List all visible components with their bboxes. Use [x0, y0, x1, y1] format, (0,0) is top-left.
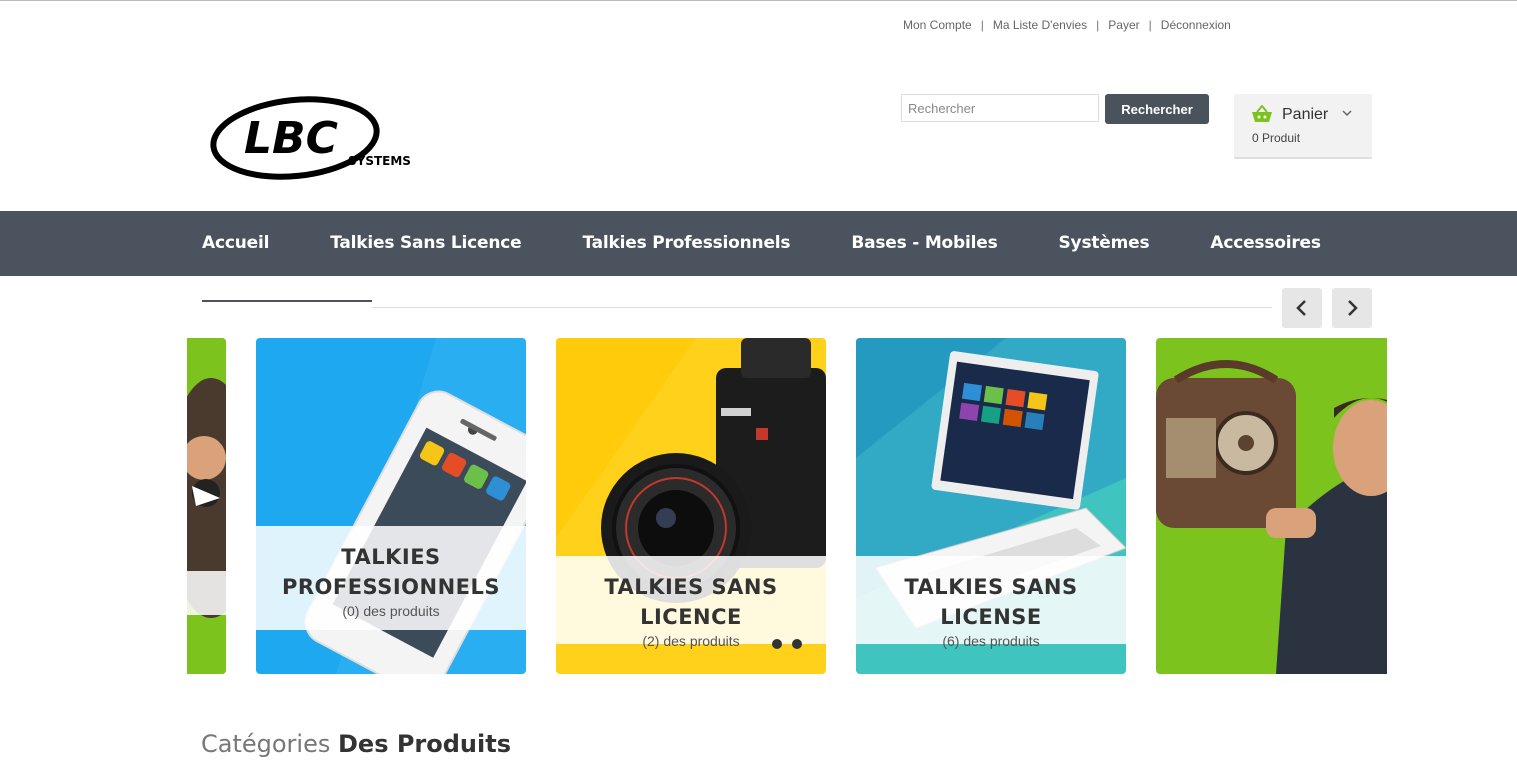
- logo-sub-text: SYSTEMS: [348, 154, 411, 168]
- carousel-next-button[interactable]: [1332, 288, 1372, 328]
- link-payer[interactable]: Payer: [1108, 18, 1139, 32]
- link-mon-compte[interactable]: Mon Compte: [903, 18, 972, 32]
- category-name: TALKIES PROFESSIONNELS: [281, 545, 501, 599]
- cart-title: Panier: [1282, 106, 1329, 123]
- nav-item-bases-mobiles[interactable]: Bases - Mobiles: [851, 211, 997, 276]
- category-product-count: (0) des produits: [342, 603, 440, 619]
- category-card[interactable]: TALKIES SANS LICENSE (6) des produits: [856, 338, 1126, 674]
- carousel-dots: [772, 634, 812, 653]
- nav-item-talkies-professionnels[interactable]: Talkies Professionnels: [582, 211, 790, 276]
- section-title-bold: Des Produits: [338, 730, 512, 758]
- chevron-left-icon: [1296, 300, 1306, 316]
- category-name: TALKIES SANS LICENCE: [604, 575, 778, 629]
- section-title-light: Catégories: [201, 730, 338, 758]
- section-title: Catégories Des Produits: [201, 730, 511, 758]
- carousel-prev-button[interactable]: [1282, 288, 1322, 328]
- top-border: [0, 0, 1517, 1]
- carousel-dot[interactable]: [792, 639, 802, 649]
- top-links: Mon Compte | Ma Liste D'envies | Payer | Décon…: [903, 18, 1231, 32]
- search-input[interactable]: [901, 94, 1099, 122]
- search-button[interactable]: Rechercher: [1105, 94, 1209, 124]
- section-divider: [372, 307, 1272, 308]
- category-name: TALKIES SANS LICENSE: [904, 575, 1078, 629]
- link-liste-envies[interactable]: Ma Liste D'envies: [993, 18, 1087, 32]
- link-deconnexion[interactable]: Déconnexion: [1161, 18, 1231, 32]
- logo[interactable]: LBC SYSTEMS: [210, 94, 420, 184]
- nav-item-talkies-sans-licence[interactable]: Talkies Sans Licence: [330, 211, 521, 276]
- nav-item-systemes[interactable]: Systèmes: [1059, 211, 1150, 276]
- carousel-dot[interactable]: [772, 639, 782, 649]
- category-name: ON: [187, 571, 226, 615]
- cart-dropdown[interactable]: Panier 0 Produit: [1234, 94, 1372, 159]
- cart-count: 0 Produit: [1252, 131, 1301, 145]
- nav-item-accessoires[interactable]: Accessoires: [1210, 211, 1321, 276]
- basket-icon: [1251, 104, 1273, 127]
- chevron-down-icon: [1342, 107, 1352, 120]
- section-underline: [202, 300, 372, 302]
- nav-item-accueil[interactable]: Accueil: [202, 211, 269, 276]
- main-nav: Accueil Talkies Sans Licence Talkies Pro…: [0, 211, 1517, 276]
- category-card[interactable]: TALKIES PROFESSIONNELS (0) des produits: [256, 338, 526, 674]
- logo-main-text: LBC: [244, 113, 338, 164]
- chevron-right-icon: [1348, 300, 1358, 316]
- category-carousel: ON TALKIES PROFESSIONNELS (0) des produi…: [187, 338, 1387, 674]
- category-card[interactable]: TALKIES SANS LICENCE (2) des produits: [556, 338, 826, 674]
- category-card[interactable]: [1156, 338, 1387, 674]
- category-card[interactable]: ON: [187, 338, 226, 674]
- category-product-count: (6) des produits: [942, 633, 1040, 649]
